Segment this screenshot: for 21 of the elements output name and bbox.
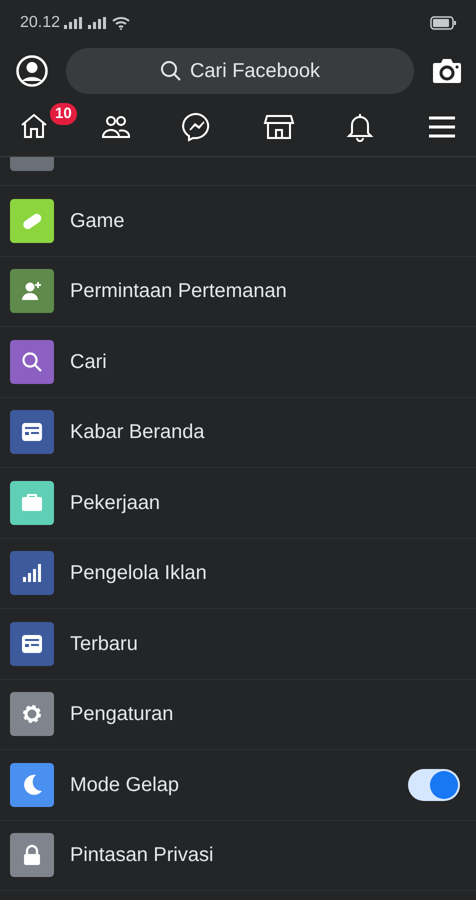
profile-icon[interactable] xyxy=(16,55,48,87)
toggle-switch[interactable] xyxy=(408,768,460,801)
battery-icon xyxy=(430,16,456,30)
menu-item[interactable]: Mode Gelap xyxy=(70,770,392,800)
signal-icon xyxy=(88,16,108,28)
menu-item[interactable]: Cari xyxy=(70,346,460,377)
menu-item[interactable]: Game xyxy=(70,206,460,236)
menu-item[interactable]: Pengelola Iklan xyxy=(70,558,460,588)
camera-icon[interactable] xyxy=(432,58,462,84)
status-time: 20.12 xyxy=(20,12,60,32)
menu-item[interactable]: Pekerjaan xyxy=(70,488,460,518)
menu-item[interactable]: Kabar Beranda xyxy=(70,417,460,448)
notification-count: 10 xyxy=(50,102,77,124)
menu-item[interactable]: Pengaturan xyxy=(70,699,460,730)
search-field[interactable]: Cari Facebook xyxy=(66,48,414,94)
search-icon xyxy=(160,60,182,82)
signal-icon xyxy=(64,16,84,28)
menu-item[interactable]: Pintasan Privasi xyxy=(70,840,460,870)
menu-item[interactable]: Permintaan Pertemanan xyxy=(70,276,460,306)
menu-item[interactable]: Terbaru xyxy=(70,628,460,659)
wifi-icon xyxy=(112,16,130,30)
